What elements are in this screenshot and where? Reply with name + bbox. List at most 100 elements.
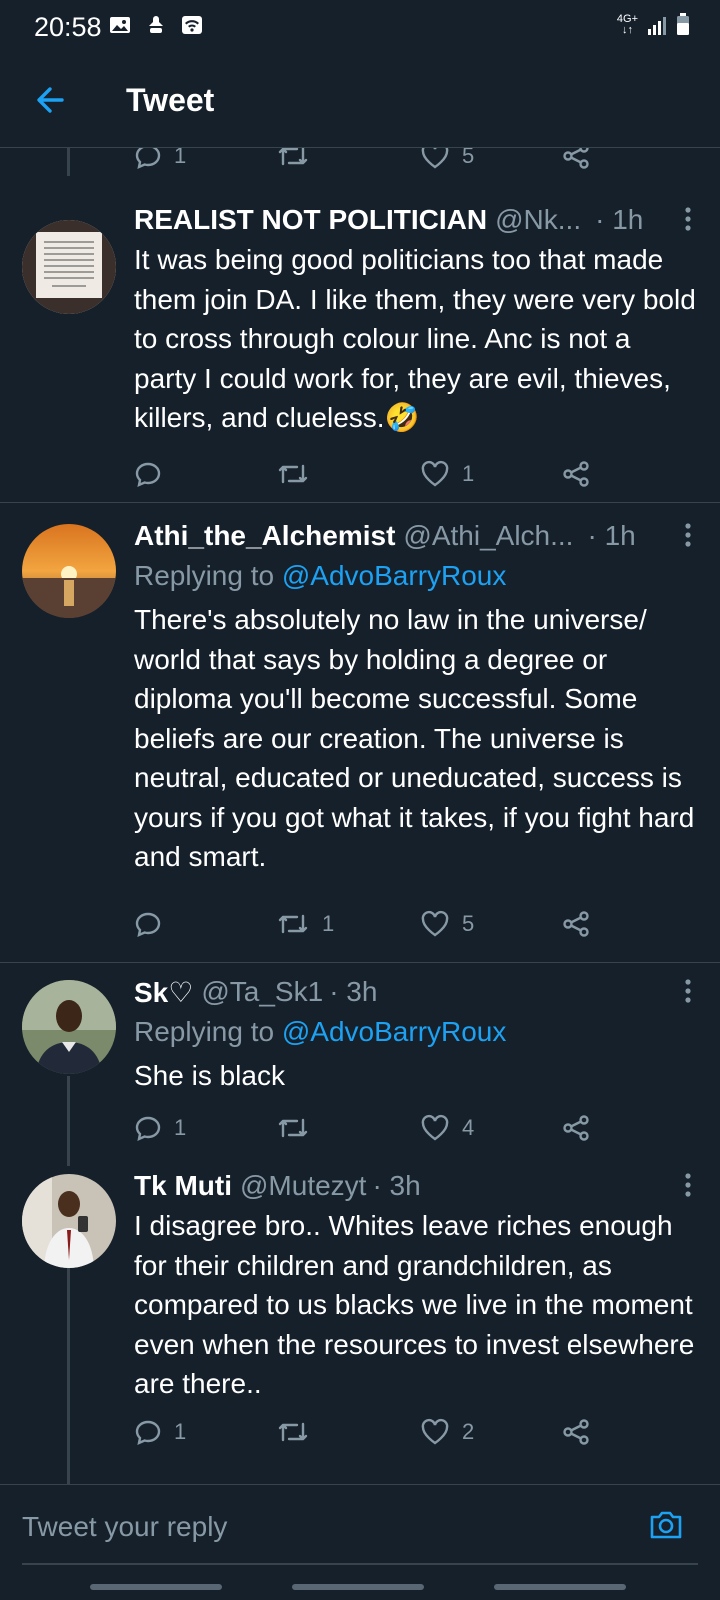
heart-icon bbox=[421, 148, 449, 169]
tweet-time: · 3h bbox=[372, 1170, 421, 1201]
reply-action[interactable] bbox=[134, 904, 162, 944]
more-options-icon[interactable] bbox=[678, 1170, 698, 1200]
quote-avatar-image bbox=[22, 220, 116, 314]
system-nav-bar bbox=[0, 1580, 720, 1600]
replying-to: Replying to @AdvoBarryRoux bbox=[134, 556, 698, 596]
display-name[interactable]: Tk Muti bbox=[134, 1170, 232, 1202]
reply-action[interactable]: 1 bbox=[134, 1412, 186, 1452]
share-icon bbox=[563, 461, 589, 487]
tweet-time: · 1h bbox=[587, 520, 636, 551]
display-name[interactable]: Sk♡ bbox=[134, 976, 193, 1009]
retweet-icon bbox=[278, 1118, 308, 1138]
thread-connector bbox=[67, 1268, 70, 1484]
selfie-avatar-image bbox=[22, 1174, 116, 1268]
like-action[interactable]: 2 bbox=[420, 1412, 474, 1452]
sunset-avatar-image bbox=[22, 524, 116, 618]
nav-home[interactable] bbox=[292, 1584, 424, 1590]
reply-icon bbox=[135, 912, 161, 938]
reply-action[interactable]: 1 bbox=[134, 1108, 186, 1148]
like-action[interactable]: 1 bbox=[420, 454, 474, 494]
avatar[interactable] bbox=[22, 220, 116, 314]
retweet-action[interactable] bbox=[276, 454, 310, 494]
reply-action[interactable]: 1 bbox=[134, 148, 186, 176]
user-handle[interactable]: @Athi_Alch... bbox=[403, 520, 573, 552]
like-action[interactable]: 4 bbox=[420, 1108, 474, 1148]
retweet-icon bbox=[278, 914, 308, 934]
more-options-icon[interactable] bbox=[678, 976, 698, 1006]
heart-icon bbox=[421, 1114, 449, 1141]
mention-link[interactable]: @AdvoBarryRoux bbox=[282, 1016, 507, 1047]
tweet-actions: 1 4 bbox=[134, 1108, 604, 1148]
notification-icon bbox=[149, 16, 163, 33]
wifi-icon bbox=[182, 16, 202, 34]
display-name[interactable]: Athi_the_Alchemist bbox=[134, 520, 395, 552]
status-time: 20:58 bbox=[34, 12, 102, 42]
tweet-actions: 1 5 bbox=[134, 904, 604, 944]
tweet-header: Sk♡ @Ta_Sk1 · 3h bbox=[134, 972, 698, 1012]
battery-icon bbox=[677, 13, 689, 35]
user-handle[interactable]: @Mutezyt bbox=[240, 1170, 366, 1202]
share-icon bbox=[563, 911, 589, 937]
heart-icon bbox=[421, 1418, 449, 1445]
tweet-actions-partial: 1 5 bbox=[134, 148, 604, 176]
data-arrows-icon: ↓↑ bbox=[621, 24, 633, 36]
reply-action[interactable] bbox=[134, 454, 162, 494]
reply-icon bbox=[135, 462, 161, 488]
network-type: 4G+ ↓↑ bbox=[617, 14, 638, 36]
share-action[interactable] bbox=[562, 1412, 590, 1452]
reply-underline bbox=[22, 1563, 698, 1565]
more-options-icon[interactable] bbox=[678, 520, 698, 550]
share-action[interactable] bbox=[562, 454, 590, 494]
user-handle[interactable]: @Nk... bbox=[495, 204, 581, 236]
gallery-icon bbox=[110, 17, 130, 33]
share-icon bbox=[563, 1115, 589, 1141]
nav-back[interactable] bbox=[494, 1584, 626, 1590]
top-app-bar: Tweet bbox=[0, 52, 720, 148]
retweet-icon bbox=[278, 464, 308, 484]
heart-icon bbox=[421, 460, 449, 487]
share-icon bbox=[563, 148, 589, 169]
reply-icon bbox=[135, 148, 161, 170]
nav-recents[interactable] bbox=[90, 1584, 222, 1590]
reply-thread[interactable]: 1 5 REALIST NOT POLITICIAN @Nk... · 1h I… bbox=[0, 148, 720, 1484]
share-action[interactable] bbox=[562, 904, 590, 944]
share-action[interactable] bbox=[562, 148, 590, 176]
retweet-count: 1 bbox=[322, 911, 335, 936]
avatar[interactable] bbox=[22, 524, 116, 618]
tweet-actions: 1 2 bbox=[134, 1412, 604, 1452]
status-bar: 20:58 4G+ ↓↑ bbox=[0, 0, 720, 52]
avatar[interactable] bbox=[22, 980, 116, 1074]
tweet-time: · 3h bbox=[329, 976, 378, 1007]
retweet-action[interactable]: 1 bbox=[276, 904, 334, 944]
reply-icon bbox=[135, 1420, 161, 1446]
camera-icon[interactable] bbox=[646, 1505, 686, 1545]
tweet-actions: 1 bbox=[134, 454, 604, 494]
like-action[interactable]: 5 bbox=[420, 904, 474, 944]
retweet-icon bbox=[278, 148, 308, 166]
like-action[interactable]: 5 bbox=[420, 148, 474, 176]
tweet-header: REALIST NOT POLITICIAN @Nk... · 1h bbox=[134, 200, 698, 240]
retweet-action[interactable] bbox=[276, 1412, 310, 1452]
mention-link[interactable]: @AdvoBarryRoux bbox=[282, 560, 507, 591]
retweet-action[interactable] bbox=[276, 148, 310, 176]
retweet-action[interactable] bbox=[276, 1108, 310, 1148]
reply-count: 1 bbox=[174, 148, 187, 168]
thread-connector bbox=[67, 148, 70, 176]
avatar[interactable] bbox=[22, 1174, 116, 1268]
heart-icon bbox=[421, 910, 449, 937]
like-count: 5 bbox=[462, 911, 475, 936]
like-count: 5 bbox=[462, 148, 475, 168]
tweet-text: She is black bbox=[134, 1060, 285, 1091]
share-action[interactable] bbox=[562, 1108, 590, 1148]
more-options-icon[interactable] bbox=[678, 204, 698, 234]
replying-to: Replying to @AdvoBarryRoux bbox=[134, 1012, 698, 1052]
reply-composer: Tweet your reply bbox=[0, 1484, 720, 1580]
back-arrow-icon[interactable] bbox=[32, 82, 68, 118]
display-name[interactable]: REALIST NOT POLITICIAN bbox=[134, 204, 487, 236]
reply-input[interactable]: Tweet your reply bbox=[22, 1511, 227, 1543]
tweet-text: I disagree bro.. Whites leave riches eno… bbox=[134, 1210, 695, 1399]
replying-prefix: Replying to bbox=[134, 560, 275, 591]
tweet-text: There's absolutely no law in the univers… bbox=[134, 604, 695, 872]
tweet-time: · 1h bbox=[595, 204, 644, 235]
user-handle[interactable]: @Ta_Sk1 bbox=[201, 976, 323, 1008]
